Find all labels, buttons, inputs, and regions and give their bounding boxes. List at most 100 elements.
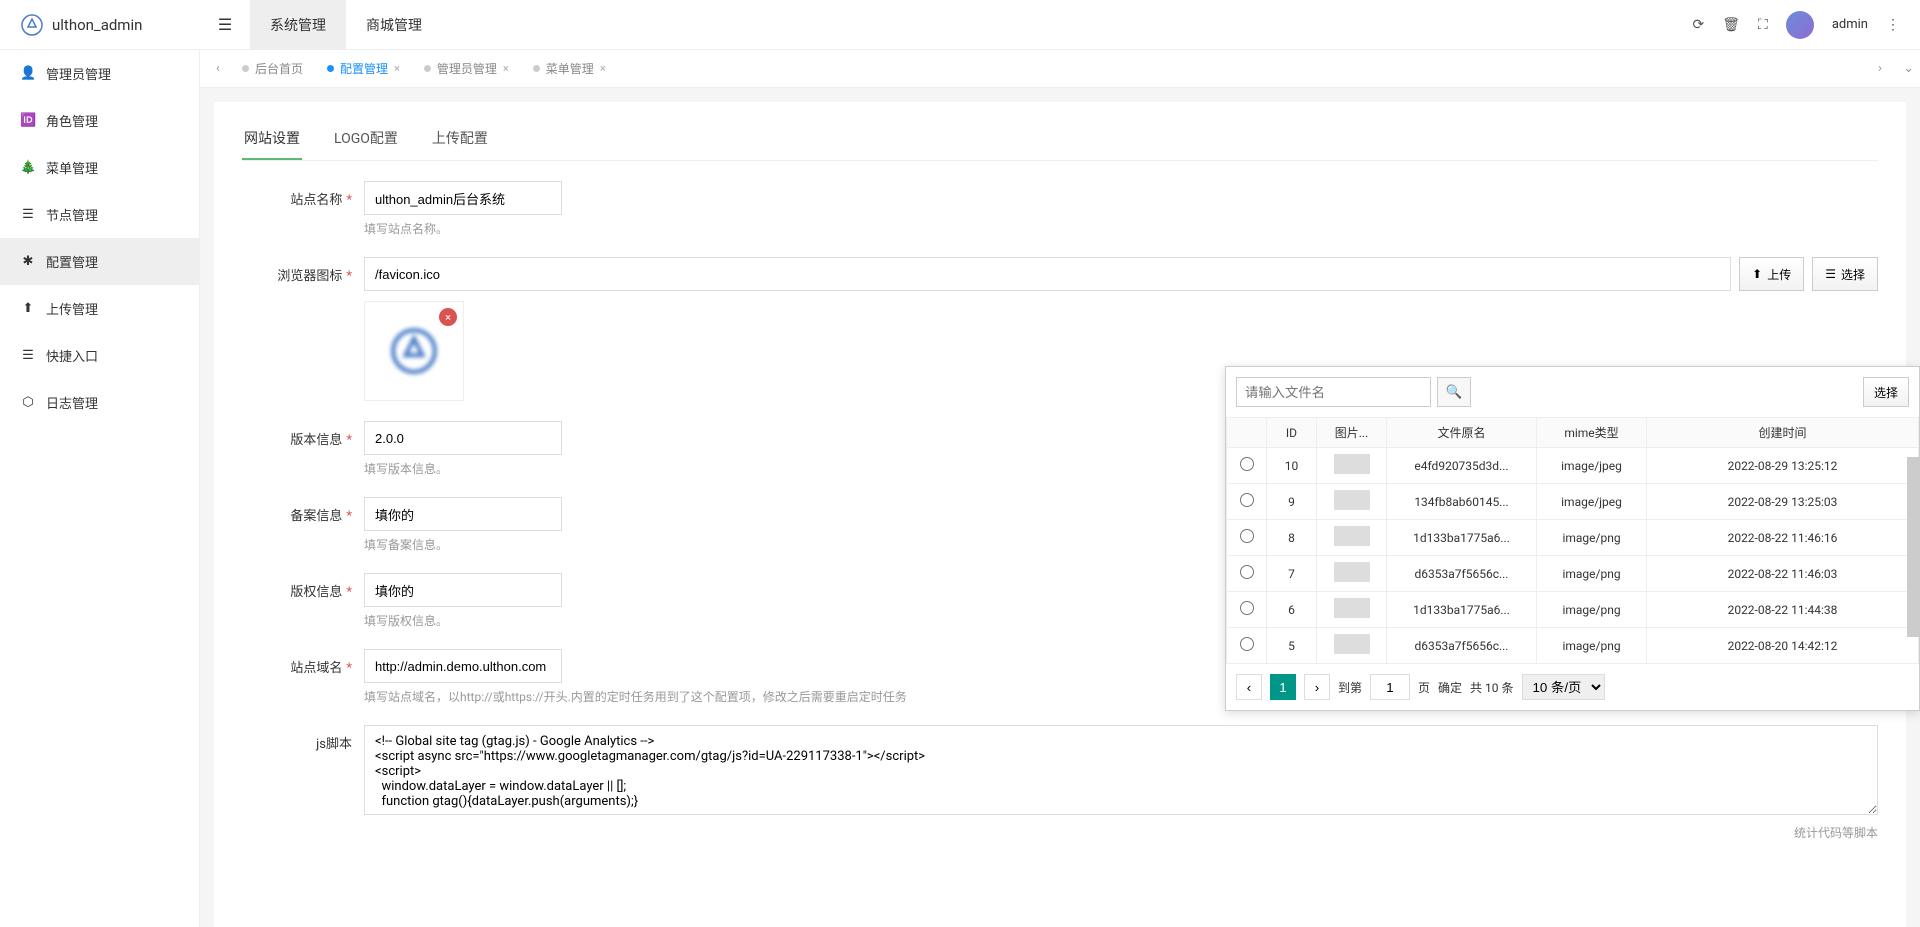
inner-tab-upload[interactable]: 上传配置 <box>430 120 490 160</box>
cell-thumb <box>1317 592 1387 628</box>
close-icon[interactable]: × <box>503 62 509 75</box>
row-radio[interactable] <box>1240 565 1254 579</box>
record-input[interactable] <box>364 497 562 531</box>
label-version: 版本信息* <box>242 421 352 448</box>
pager-goto-input[interactable] <box>1370 674 1410 700</box>
top-nav-system[interactable]: 系统管理 <box>250 0 346 49</box>
search-icon: 🔍 <box>1446 384 1463 399</box>
row-radio[interactable] <box>1240 493 1254 507</box>
inner-tabs: 网站设置 LOGO配置 上传配置 <box>242 120 1878 161</box>
js-script-textarea[interactable]: <!-- Global site tag (gtag.js) - Google … <box>364 725 1878 815</box>
col-id[interactable]: ID <box>1267 418 1317 448</box>
pager-confirm-button[interactable]: 确定 <box>1438 679 1462 696</box>
cell-thumb <box>1317 484 1387 520</box>
cell-filename: e4fd920735d3d... <box>1387 448 1537 484</box>
favicon-input[interactable] <box>364 257 1731 291</box>
file-table: ID 图片... 文件原名 mime类型 创建时间 10 e4fd920735d… <box>1226 417 1919 664</box>
label-js-script: js脚本 <box>242 725 352 752</box>
cell-thumb <box>1317 448 1387 484</box>
sidebar-item-shortcut[interactable]: ☰快捷入口 <box>0 332 199 379</box>
col-thumb[interactable]: 图片... <box>1317 418 1387 448</box>
help-js-script: 统计代码等脚本 <box>364 824 1878 841</box>
copyright-input[interactable] <box>364 573 562 607</box>
pager-page-1[interactable]: 1 <box>1270 674 1296 700</box>
col-mime[interactable]: mime类型 <box>1537 418 1647 448</box>
refresh-icon[interactable]: ⟳ <box>1693 17 1705 33</box>
tab-dropdown-icon[interactable]: ⌄ <box>1903 61 1914 76</box>
scrollbar[interactable] <box>1907 457 1919 637</box>
gear-icon: ✱ <box>20 254 36 269</box>
remove-icon[interactable]: × <box>439 308 457 326</box>
sidebar-item-nodes[interactable]: ☰节点管理 <box>0 191 199 238</box>
cell-created: 2022-08-22 11:46:03 <box>1647 556 1919 592</box>
col-select <box>1227 418 1267 448</box>
tab-home[interactable]: 后台首页 <box>230 50 315 87</box>
pager-page-suffix: 页 <box>1418 679 1430 696</box>
pager-next-icon[interactable]: › <box>1304 674 1330 700</box>
table-row[interactable]: 6 1d133ba1775a6... image/png 2022-08-22 … <box>1227 592 1919 628</box>
more-icon[interactable]: ⋮ <box>1886 17 1900 33</box>
list-icon: ☰ <box>20 207 36 222</box>
file-pop-select-button[interactable]: 选择 <box>1863 377 1909 407</box>
close-icon[interactable]: × <box>394 62 400 75</box>
row-radio[interactable] <box>1240 457 1254 471</box>
col-created[interactable]: 创建时间 <box>1647 418 1919 448</box>
tab-menus[interactable]: 菜单管理× <box>521 50 618 87</box>
sidebar-item-logs[interactable]: ⬡日志管理 <box>0 379 199 426</box>
sidebar-item-roles[interactable]: 🆔角色管理 <box>0 97 199 144</box>
table-row[interactable]: 5 d6353a7f5656c... image/png 2022-08-20 … <box>1227 628 1919 664</box>
tab-admins[interactable]: 管理员管理× <box>412 50 521 87</box>
row-radio[interactable] <box>1240 601 1254 615</box>
table-row[interactable]: 10 e4fd920735d3d... image/jpeg 2022-08-2… <box>1227 448 1919 484</box>
tab-scroll-left-icon[interactable]: ‹ <box>206 61 230 76</box>
file-select-popover: 🔍 选择 ID 图片... 文件原名 mime类型 创建时间 <box>1225 366 1920 711</box>
sidebar-item-upload[interactable]: ⬆上传管理 <box>0 285 199 332</box>
row-radio[interactable] <box>1240 637 1254 651</box>
favicon-select-button[interactable]: ☰选择 <box>1812 257 1878 291</box>
table-row[interactable]: 7 d6353a7f5656c... image/png 2022-08-22 … <box>1227 556 1919 592</box>
avatar[interactable] <box>1786 11 1814 39</box>
cell-thumb <box>1317 628 1387 664</box>
inner-tab-site[interactable]: 网站设置 <box>242 120 302 160</box>
sidebar-item-menus[interactable]: 🎄菜单管理 <box>0 144 199 191</box>
pager-per-page-select[interactable]: 10 条/页 <box>1522 674 1605 700</box>
row-radio[interactable] <box>1240 529 1254 543</box>
logo-icon <box>20 13 44 37</box>
top-nav-mall[interactable]: 商城管理 <box>346 0 442 49</box>
list-icon: ☰ <box>1825 267 1836 281</box>
cell-created: 2022-08-22 11:46:16 <box>1647 520 1919 556</box>
close-icon[interactable]: × <box>600 62 606 75</box>
trash-icon[interactable]: 🗑 <box>1722 17 1740 33</box>
version-input[interactable] <box>364 421 562 455</box>
sidebar-collapse-icon[interactable]: ☰ <box>200 15 250 34</box>
tab-config[interactable]: 配置管理× <box>315 50 412 87</box>
list-icon: ☰ <box>20 348 36 363</box>
user-icon: 👤 <box>20 66 36 81</box>
site-name-input[interactable] <box>364 181 562 215</box>
label-record: 备案信息* <box>242 497 352 524</box>
table-row[interactable]: 9 134fb8ab60145... image/jpeg 2022-08-29… <box>1227 484 1919 520</box>
col-filename[interactable]: 文件原名 <box>1387 418 1537 448</box>
fullscreen-icon[interactable]: ⛶ <box>1758 17 1768 33</box>
inner-tab-logo[interactable]: LOGO配置 <box>332 120 400 160</box>
cell-mime: image/png <box>1537 628 1647 664</box>
cell-mime: image/png <box>1537 556 1647 592</box>
cell-thumb <box>1317 556 1387 592</box>
username[interactable]: admin <box>1832 17 1868 32</box>
pager-total: 共 10 条 <box>1470 679 1513 696</box>
cell-id: 5 <box>1267 628 1317 664</box>
sidebar-item-admins[interactable]: 👤管理员管理 <box>0 50 199 97</box>
favicon-upload-button[interactable]: ⬆上传 <box>1739 257 1804 291</box>
file-search-input[interactable] <box>1236 377 1431 407</box>
sidebar-item-config[interactable]: ✱配置管理 <box>0 238 199 285</box>
cell-mime: image/png <box>1537 520 1647 556</box>
table-row[interactable]: 8 1d133ba1775a6... image/png 2022-08-22 … <box>1227 520 1919 556</box>
pager-prev-icon[interactable]: ‹ <box>1236 674 1262 700</box>
domain-input[interactable] <box>364 649 562 683</box>
cell-mime: image/jpeg <box>1537 448 1647 484</box>
file-search-button[interactable]: 🔍 <box>1437 377 1471 407</box>
file-pager: ‹ 1 › 到第 页 确定 共 10 条 10 条/页 <box>1226 664 1919 710</box>
cell-filename: 1d133ba1775a6... <box>1387 592 1537 628</box>
cell-filename: d6353a7f5656c... <box>1387 628 1537 664</box>
tab-scroll-right-icon[interactable]: › <box>1868 61 1892 76</box>
